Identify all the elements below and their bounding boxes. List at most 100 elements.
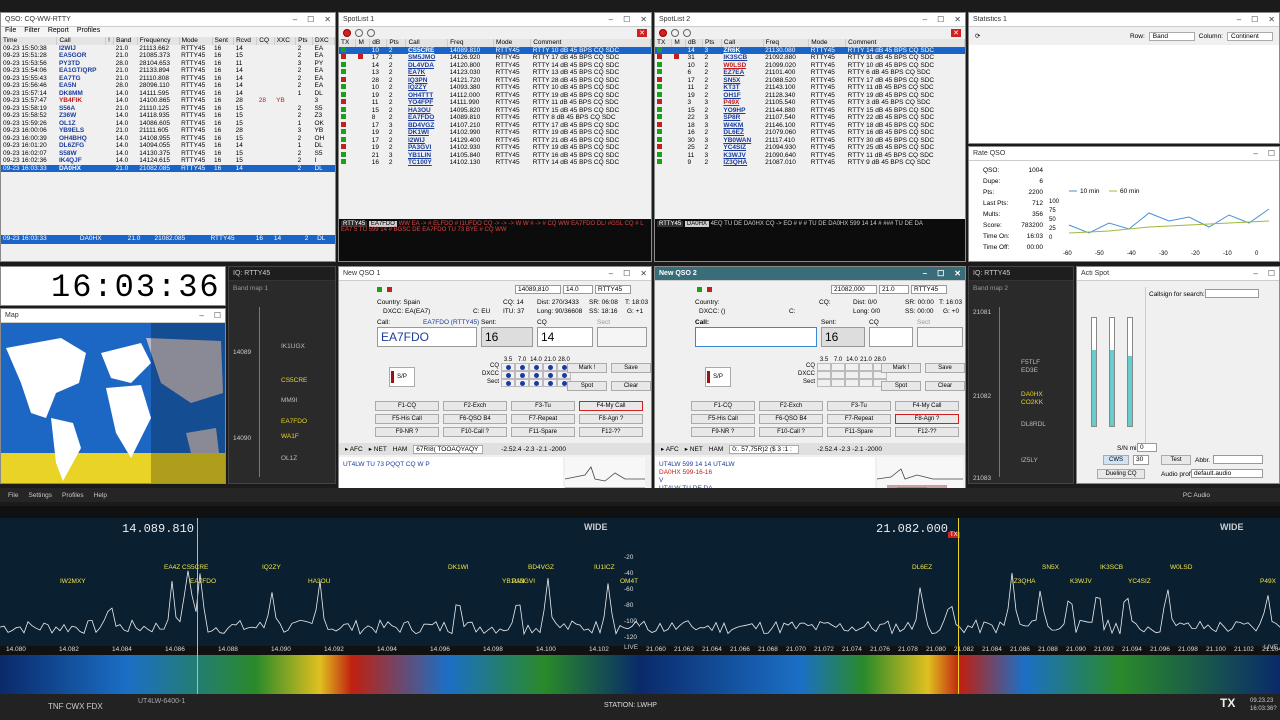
ham-toggle[interactable]: HAM (393, 446, 407, 453)
rcvd-input[interactable] (869, 327, 913, 347)
mark-button[interactable]: Mark ! (881, 363, 921, 373)
status-green-icon[interactable] (377, 287, 382, 292)
menu-filter[interactable]: Filter (24, 27, 40, 37)
ham-toggle[interactable]: HAM (709, 446, 723, 453)
column-header[interactable]: Call (721, 39, 764, 47)
column-select[interactable]: Continent (1227, 31, 1273, 41)
qso-log-titlebar[interactable]: QSO: CQ-WW-RTTY – ☐ ✕ (1, 13, 335, 27)
sdr-menu-settings[interactable]: Settings (28, 492, 52, 499)
sect-input[interactable] (597, 327, 647, 347)
volume-slider-1[interactable] (1091, 317, 1097, 427)
table-row[interactable]: 16 2 DL6EZ 21079.060 RTTY45 RTTY 16 dB 45 BPS… (655, 129, 965, 137)
net-toggle[interactable]: ▸ NET (685, 445, 703, 453)
left-waterfall[interactable] (0, 655, 640, 694)
bandmap-1-spot[interactable]: EA7FDO (281, 418, 307, 425)
maximize-icon[interactable]: ☐ (1268, 269, 1275, 278)
column-header[interactable]: M (355, 39, 371, 47)
minimize-icon[interactable]: – (1253, 149, 1257, 158)
bandmap-2-titlebar[interactable]: IQ: RTTY45 (969, 267, 1073, 281)
tx-cell[interactable] (339, 144, 356, 152)
call-input[interactable]: EA7FDO (377, 327, 477, 347)
bandmap-1-spot[interactable]: WA1F (281, 433, 299, 440)
sect-input[interactable] (917, 327, 963, 347)
tx-cell[interactable] (339, 136, 356, 145)
frequency-field[interactable]: 21082,000 (831, 285, 877, 294)
acti-spot-titlebar[interactable]: Acti Spot – ☐ (1077, 267, 1279, 281)
table-row[interactable]: 09-23 15:54:06 EA1GT/QRP 21.0 21133.894 RTTY… (1, 67, 335, 75)
clear-icon[interactable]: ✕ (951, 29, 961, 37)
clear-button[interactable]: Clear (925, 381, 965, 391)
tx-cell[interactable] (655, 106, 672, 115)
sn-min-input[interactable]: 0 (1137, 443, 1157, 452)
fkey-button[interactable]: F12-?? (895, 427, 959, 437)
table-row[interactable]: 15 2 HA3OU 14095.820 RTTY45 RTTY 15 dB 45 BPS… (339, 106, 651, 115)
table-row[interactable]: 09-23 16:02:07 S58W 14.0 14130.375 RTTY45 16 1… (1, 150, 335, 158)
fkey-button[interactable]: F5-His Call (691, 414, 755, 424)
table-row[interactable]: 11 3 K3WJV 21090.640 RTTY45 RTTY 11 dB 45 BPS… (655, 151, 965, 160)
mark-button[interactable]: Mark ! (567, 363, 607, 373)
save-button[interactable]: Save (925, 363, 965, 373)
menu-report[interactable]: Report (48, 27, 69, 37)
net-toggle[interactable]: ▸ NET (369, 445, 387, 453)
maximize-icon[interactable]: ☐ (623, 15, 630, 24)
table-row[interactable]: 11 2 YO4FPF 14111.990 RTTY45 RTTY 11 dB 45 BP… (339, 99, 651, 107)
table-row[interactable]: 09-23 15:50:38 I2WIJ 21.0 21113.662 RTTY45 16… (1, 45, 335, 53)
table-row[interactable]: 3 3 P49X 21105.540 RTTY45 RTTY 3 dB 45 BPS CQ… (655, 99, 965, 107)
table-row[interactable]: 09-23 15:59:26 OL1Z 14.0 14086.605 RTTY45 16 1… (1, 120, 335, 128)
maximize-icon[interactable]: ☐ (937, 269, 944, 278)
column-header[interactable]: Sent (212, 37, 235, 45)
fkey-button[interactable]: F2-Exch (759, 401, 823, 411)
rcvd-input[interactable]: 14 (537, 327, 593, 347)
spot-button[interactable]: Spot (567, 381, 607, 391)
close-icon[interactable]: ✕ (640, 269, 647, 278)
call-input[interactable] (695, 327, 817, 347)
table-row[interactable]: 17 2 I2WIJ 14129.400 RTTY45 RTTY 21 dB 45 BPS… (339, 136, 651, 145)
pause-icon[interactable] (671, 29, 679, 37)
column-header[interactable]: TX (339, 39, 357, 47)
stop-icon[interactable] (683, 29, 691, 37)
column-header[interactable]: Mode (179, 37, 213, 45)
tx-cell[interactable] (339, 54, 356, 62)
fkey-button[interactable]: F10-Call ? (759, 427, 823, 437)
tx-cell[interactable] (655, 61, 672, 70)
tx-cell[interactable] (655, 151, 672, 160)
fkey-button[interactable]: F11-Spare (827, 427, 891, 437)
column-header[interactable]: Rcvd (233, 37, 258, 45)
table-row[interactable]: 16 2 TC100Y 14102.130 RTTY45 RTTY 14 dB 45 BP… (339, 159, 651, 167)
tx-cell[interactable] (655, 99, 672, 107)
tx-cell[interactable] (339, 151, 356, 160)
fkey-button[interactable]: F9-NR ? (375, 427, 439, 437)
table-row[interactable]: 18 3 W4KM 21146.100 RTTY45 RTTY 18 dB 45 BPS … (655, 121, 965, 130)
table-row[interactable]: 09-23 16:02:36 IK4QJF 14.0 14124.615 RTTY45 1… (1, 157, 335, 165)
fkey-button[interactable]: F8-Agn ? (579, 414, 643, 424)
afc-toggle[interactable]: ▸ AFC (345, 445, 363, 453)
bandmap-2-spot[interactable]: IZ5LY (1021, 457, 1038, 464)
column-header[interactable]: Mode (493, 39, 532, 47)
table-row[interactable]: 09-23 15:58:19 S56A 21.0 21110.125 RTTY45 16 1… (1, 105, 335, 113)
fkey-button[interactable]: F3-Tu (511, 401, 575, 411)
status-green-icon[interactable] (697, 287, 702, 292)
record-icon[interactable] (343, 29, 351, 37)
close-icon[interactable]: ✕ (954, 269, 961, 278)
record-icon[interactable] (659, 29, 667, 37)
column-header[interactable]: Pts (702, 39, 722, 47)
table-row[interactable]: 17 3 BD4VGZ 14107.210 RTTY45 RTTY 17 dB 45 BP… (339, 121, 651, 130)
bandmap-2-spot[interactable]: CO2KK (1021, 399, 1043, 406)
table-row[interactable]: 21 3 YB1LIN 14105.840 RTTY45 RTTY 16 dB 45 BP… (339, 151, 651, 160)
frequency-field[interactable]: 14089,810 (515, 285, 561, 294)
table-row[interactable]: 22 3 SP8R 21107.540 RTTY45 RTTY 22 dB 45 BPS … (655, 114, 965, 122)
tx-cell[interactable] (655, 69, 672, 77)
table-row[interactable]: 6 2 EZ7EA 21101.400 RTTY45 RTTY 6 dB 45 BPS C… (655, 69, 965, 77)
bandmap-1-spot[interactable]: OL1Z (281, 455, 297, 462)
sdr-menu-help[interactable]: Help (94, 492, 107, 499)
column-header[interactable]: Call (56, 37, 107, 45)
close-icon[interactable]: ✕ (640, 15, 647, 24)
fkey-button[interactable]: F4-My Call (895, 401, 959, 411)
table-row[interactable]: 25 2 YC4SIZ 21094.930 RTTY45 RTTY 25 dB 45 BP… (655, 144, 965, 152)
table-row[interactable]: 09-23 15:55:43 EA7TG 21.0 21110.808 RTTY45 16… (1, 75, 335, 83)
clear-button[interactable]: Clear (611, 381, 651, 391)
maximize-icon[interactable]: ☐ (937, 15, 944, 24)
table-row[interactable]: 8 2 EA7FDO 14089.810 RTTY45 RTTY 8 dB 45 BPS … (339, 114, 651, 122)
status-red-icon[interactable] (387, 287, 392, 292)
table-row[interactable]: 19 2 OH1F 21128.340 RTTY45 RTTY 19 dB 45 BPS … (655, 91, 965, 100)
